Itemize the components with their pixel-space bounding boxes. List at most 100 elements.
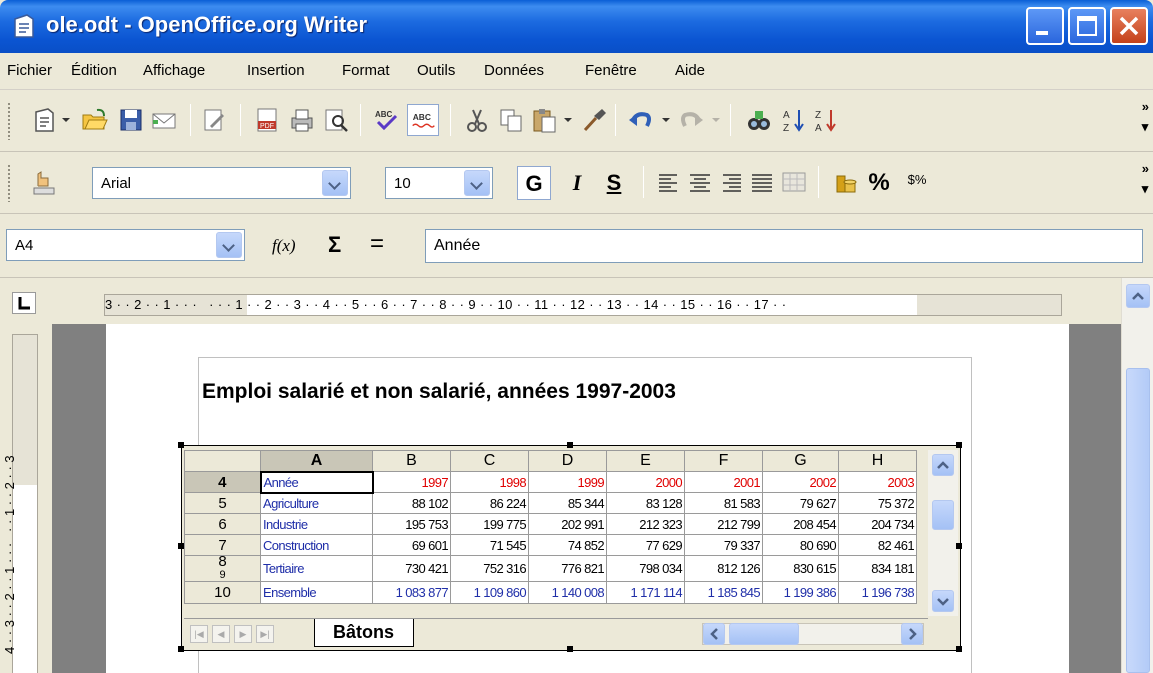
- close-button[interactable]: [1110, 7, 1148, 45]
- function-button[interactable]: =: [370, 230, 384, 258]
- cell[interactable]: 74 852: [528, 534, 607, 556]
- cell[interactable]: 212 323: [606, 513, 685, 535]
- menu-format[interactable]: Format: [342, 62, 390, 79]
- row-header[interactable]: 89: [184, 555, 261, 582]
- cell[interactable]: 1 171 114: [606, 581, 685, 604]
- chevron-down-icon[interactable]: [464, 170, 490, 196]
- menu-fichier[interactable]: Fichier: [7, 62, 52, 79]
- menu-insertion[interactable]: Insertion: [247, 62, 305, 79]
- column-header-h[interactable]: H: [838, 450, 917, 472]
- cell[interactable]: 830 615: [762, 555, 839, 582]
- font-size-combo[interactable]: 10: [385, 167, 493, 199]
- cell[interactable]: 81 583: [684, 492, 763, 514]
- column-header-b[interactable]: B: [372, 450, 451, 472]
- cell[interactable]: Tertiaire: [260, 555, 373, 582]
- next-sheet-button[interactable]: ▶: [234, 625, 252, 643]
- percent-format-button[interactable]: %: [862, 166, 896, 200]
- cell[interactable]: 798 034: [606, 555, 685, 582]
- spreadsheet-vertical-scrollbar[interactable]: [928, 450, 958, 616]
- save-icon[interactable]: [117, 106, 145, 134]
- cell[interactable]: 1997: [372, 471, 451, 493]
- cell[interactable]: 80 690: [762, 534, 839, 556]
- sort-descending-icon[interactable]: ZA: [812, 106, 840, 134]
- row-header[interactable]: 10: [184, 581, 261, 604]
- toolbar-grip[interactable]: [7, 102, 11, 140]
- cell[interactable]: Construction: [260, 534, 373, 556]
- row-header[interactable]: 5: [184, 492, 261, 514]
- cell[interactable]: 69 601: [372, 534, 451, 556]
- print-icon[interactable]: [288, 106, 316, 134]
- edit-file-icon[interactable]: [200, 106, 228, 134]
- cell[interactable]: 85 344: [528, 492, 607, 514]
- autospellcheck-icon[interactable]: ABC: [407, 104, 439, 136]
- sum-button[interactable]: Σ: [328, 232, 341, 258]
- cell[interactable]: 1 140 008: [528, 581, 607, 604]
- sheet-tab[interactable]: Bâtons: [314, 619, 414, 647]
- bold-button[interactable]: G: [517, 166, 551, 200]
- cell[interactable]: 212 799: [684, 513, 763, 535]
- ole-spreadsheet-object[interactable]: A B C D E F G H 4 Année 1997 1998 1999 2…: [178, 442, 962, 652]
- cell[interactable]: 199 775: [450, 513, 529, 535]
- cell[interactable]: 79 627: [762, 492, 839, 514]
- name-box[interactable]: A4: [6, 229, 245, 261]
- italic-button[interactable]: I: [560, 166, 594, 200]
- spreadsheet-grid[interactable]: A B C D E F G H 4 Année 1997 1998 1999 2…: [184, 450, 917, 604]
- align-left-icon[interactable]: [655, 168, 683, 196]
- cell[interactable]: 730 421: [372, 555, 451, 582]
- maximize-button[interactable]: [1068, 7, 1106, 45]
- cell[interactable]: 1999: [528, 471, 607, 493]
- horizontal-ruler[interactable]: 3 · · 2 · · 1 · · · · · · 1 · · 2 · · 3 …: [104, 294, 1062, 316]
- cell[interactable]: Ensemble: [260, 581, 373, 604]
- standard-format-button[interactable]: $%: [900, 166, 934, 200]
- column-header-d[interactable]: D: [528, 450, 607, 472]
- cell[interactable]: 88 102: [372, 492, 451, 514]
- cell[interactable]: 812 126: [684, 555, 763, 582]
- cell[interactable]: 2003: [838, 471, 917, 493]
- cell[interactable]: 1 109 860: [450, 581, 529, 604]
- underline-button[interactable]: S: [597, 166, 631, 200]
- row-header[interactable]: 7: [184, 534, 261, 556]
- cell[interactable]: 79 337: [684, 534, 763, 556]
- merge-cells-icon[interactable]: [780, 168, 808, 196]
- menu-outils[interactable]: Outils: [417, 62, 455, 79]
- align-center-icon[interactable]: [686, 168, 714, 196]
- undo-icon[interactable]: [627, 106, 655, 134]
- cell[interactable]: Année: [259, 470, 374, 494]
- align-right-icon[interactable]: [717, 168, 745, 196]
- currency-format-icon[interactable]: [832, 168, 860, 196]
- cell[interactable]: 776 821: [528, 555, 607, 582]
- cell[interactable]: 752 316: [450, 555, 529, 582]
- spellcheck-icon[interactable]: ABC: [372, 106, 400, 134]
- sort-ascending-icon[interactable]: AZ: [780, 106, 808, 134]
- redo-icon[interactable]: [677, 106, 705, 134]
- scroll-down-button[interactable]: [932, 590, 954, 612]
- last-sheet-button[interactable]: ▶|: [256, 625, 274, 643]
- cell[interactable]: 2001: [684, 471, 763, 493]
- chevron-down-icon[interactable]: [216, 232, 242, 258]
- row-header[interactable]: 6: [184, 513, 261, 535]
- scroll-up-button[interactable]: [932, 454, 954, 476]
- navigator-icon[interactable]: [745, 106, 773, 134]
- cell[interactable]: 195 753: [372, 513, 451, 535]
- cell[interactable]: 204 734: [838, 513, 917, 535]
- scroll-thumb[interactable]: [729, 623, 799, 645]
- scroll-up-button[interactable]: [1126, 284, 1150, 308]
- paste-icon[interactable]: [530, 106, 558, 134]
- cell[interactable]: 77 629: [606, 534, 685, 556]
- cell[interactable]: 83 128: [606, 492, 685, 514]
- print-preview-icon[interactable]: [322, 106, 350, 134]
- new-document-icon[interactable]: [30, 106, 58, 134]
- cut-icon[interactable]: [463, 106, 491, 134]
- cell[interactable]: 75 372: [838, 492, 917, 514]
- toolbar-overflow-chevron-icon[interactable]: » ▾: [1142, 100, 1149, 133]
- clone-formatting-icon[interactable]: [580, 106, 608, 134]
- scroll-left-button[interactable]: [703, 623, 725, 645]
- styles-formatting-icon[interactable]: [30, 168, 58, 196]
- cell[interactable]: 1 185 845: [684, 581, 763, 604]
- column-header-g[interactable]: G: [762, 450, 839, 472]
- tab-stop-selector[interactable]: [12, 292, 36, 314]
- scroll-thumb[interactable]: [1126, 368, 1150, 673]
- email-icon[interactable]: [150, 106, 178, 134]
- cell[interactable]: 208 454: [762, 513, 839, 535]
- cell[interactable]: 1 196 738: [838, 581, 917, 604]
